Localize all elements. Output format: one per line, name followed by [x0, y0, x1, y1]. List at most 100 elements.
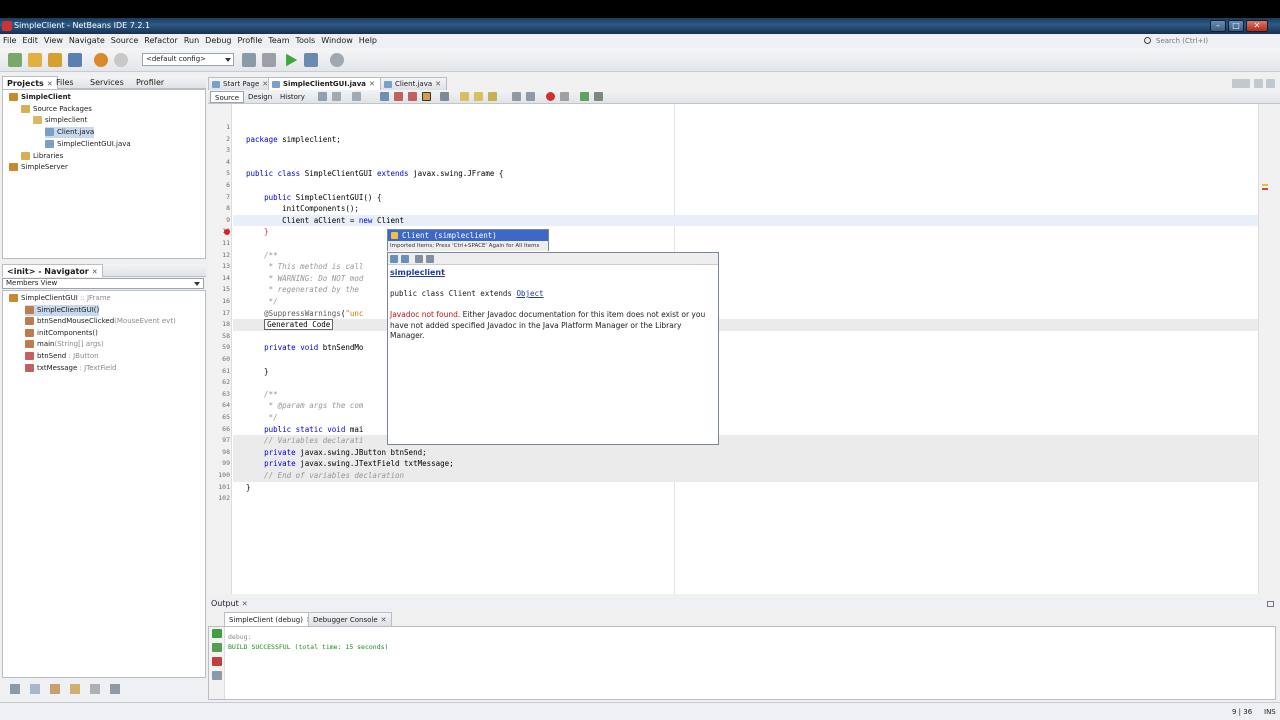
project-tree-item[interactable]: Source Packages: [21, 104, 92, 115]
source-mode-tab[interactable]: Source: [210, 91, 245, 103]
configuration-select[interactable]: <default config>: [142, 53, 234, 66]
next-bookmark-icon[interactable]: [474, 92, 483, 101]
rectangular-selection-icon[interactable]: [440, 92, 449, 101]
shift-left-icon[interactable]: [512, 92, 521, 101]
tab-simpleclientgui[interactable]: SimpleClientGUI.java ✕: [268, 77, 381, 90]
shift-right-icon[interactable]: [526, 92, 535, 101]
toggle-highlight-icon[interactable]: [422, 92, 431, 101]
maximize-editor-icon[interactable]: [1266, 79, 1275, 88]
code-completion-popup[interactable]: Client (simpleclient) Imported Items; Pr…: [387, 229, 549, 251]
tab-files[interactable]: Files: [52, 76, 78, 89]
filter-icon[interactable]: [10, 684, 20, 694]
completion-item-client[interactable]: Client (simpleclient): [388, 230, 548, 241]
menu-file[interactable]: File: [0, 34, 19, 48]
comment-icon[interactable]: [580, 92, 589, 101]
inherited-icon[interactable]: [70, 684, 80, 694]
build-hammer-icon[interactable]: [242, 53, 256, 67]
toggle-bookmark-icon[interactable]: [488, 92, 497, 101]
forward-icon[interactable]: [401, 255, 409, 263]
search-box[interactable]: Search (Ctrl+I): [1142, 36, 1272, 47]
non-public-icon[interactable]: [90, 684, 100, 694]
previous-bookmark-icon[interactable]: [460, 92, 469, 101]
save-all-icon[interactable]: [68, 53, 82, 67]
navigator-member[interactable]: btnSendMouseClicked(MouseEvent evt): [25, 316, 176, 327]
sort-icon[interactable]: [110, 684, 120, 694]
members-view-select[interactable]: Members View: [2, 278, 204, 289]
goto-source-icon[interactable]: [426, 255, 434, 263]
close-icon[interactable]: ✕: [92, 268, 98, 276]
error-stripe-marker[interactable]: [1262, 188, 1268, 190]
object-link[interactable]: Object: [516, 289, 543, 298]
tab-navigator[interactable]: <init> - Navigator ✕: [2, 264, 103, 277]
tab-projects[interactable]: Projects ✕: [2, 76, 58, 89]
navigator-member[interactable]: SimpleClientGUI(): [25, 304, 100, 316]
clean-build-icon[interactable]: [262, 53, 276, 67]
menu-help[interactable]: Help: [356, 34, 380, 48]
back-icon[interactable]: [390, 255, 398, 263]
minimize-panel-icon[interactable]: [1267, 601, 1274, 607]
project-tree-item[interactable]: SimpleServer: [9, 162, 68, 173]
stop-icon[interactable]: [212, 657, 222, 666]
new-file-icon[interactable]: [28, 53, 42, 67]
javadoc-package-link[interactable]: simpleclient: [390, 268, 445, 277]
navigator-member[interactable]: main(String[] args): [25, 339, 104, 350]
rerun-icon[interactable]: [212, 629, 222, 638]
menu-navigate[interactable]: Navigate: [66, 34, 108, 48]
tab-services[interactable]: Services: [86, 76, 128, 89]
start-macro-icon[interactable]: [546, 92, 555, 101]
project-tree-item[interactable]: simpleclient: [33, 115, 87, 126]
debug-icon[interactable]: [304, 53, 318, 67]
navigator-member[interactable]: btnSend : JButton: [25, 351, 99, 362]
maximize-button[interactable]: □: [1228, 20, 1244, 32]
uncomment-icon[interactable]: [594, 92, 603, 101]
menu-team[interactable]: Team: [265, 34, 292, 48]
project-tree-item[interactable]: Client.java: [45, 127, 95, 139]
forward-icon[interactable]: [352, 92, 361, 101]
settings-icon[interactable]: [212, 671, 222, 680]
redo-icon[interactable]: [114, 53, 128, 67]
project-tree-item[interactable]: SimpleClient: [9, 92, 71, 103]
menu-run[interactable]: Run: [181, 34, 202, 48]
close-icon[interactable]: ✕: [381, 616, 387, 624]
generated-code-fold[interactable]: Generated Code: [264, 319, 334, 331]
open-project-icon[interactable]: [48, 53, 62, 67]
undo-icon[interactable]: [94, 53, 108, 67]
navigator-member[interactable]: txtMessage : JTextField: [25, 363, 117, 374]
history-mode-tab[interactable]: History: [276, 91, 309, 103]
find-previous-icon[interactable]: [394, 92, 403, 101]
navigator-member[interactable]: initComponents(): [25, 328, 98, 339]
run-icon[interactable]: [286, 53, 298, 67]
editor-vertical-scrollbar[interactable]: [1258, 104, 1270, 594]
tab-debugger-console[interactable]: Debugger Console ✕: [308, 612, 392, 626]
tab-profiler[interactable]: Profiler: [132, 76, 168, 89]
navigator-member[interactable]: SimpleClientGUI :: JFrame: [9, 293, 111, 304]
stop-macro-icon[interactable]: [560, 92, 569, 101]
new-project-icon[interactable]: [8, 53, 22, 67]
project-tree-item[interactable]: SimpleClientGUI.java: [45, 139, 131, 150]
warning-stripe-marker[interactable]: [1262, 184, 1268, 186]
menu-view[interactable]: View: [41, 34, 66, 48]
minimize-button[interactable]: –: [1210, 20, 1226, 32]
design-mode-tab[interactable]: Design: [244, 91, 276, 103]
project-tree-item[interactable]: Libraries: [21, 151, 63, 162]
rerun-with-params-icon[interactable]: [212, 643, 222, 652]
menu-tools[interactable]: Tools: [293, 34, 319, 48]
menu-debug[interactable]: Debug: [202, 34, 234, 48]
menu-window[interactable]: Window: [318, 34, 356, 48]
close-icon[interactable]: ✕: [435, 80, 441, 88]
tab-start-page[interactable]: Start Page ✕: [208, 77, 275, 90]
find-selection-icon[interactable]: [380, 92, 389, 101]
close-icon[interactable]: ✕: [242, 600, 248, 608]
tab-output-debug[interactable]: SimpleClient (debug)✕: [224, 612, 317, 626]
close-window-button[interactable]: ✕: [1246, 20, 1268, 32]
output-console[interactable]: debug: BUILD SUCCESSFUL (total time: 15 …: [208, 626, 1276, 700]
tab-client[interactable]: Client.java ✕: [380, 77, 448, 90]
fields-icon[interactable]: [30, 684, 40, 694]
back-icon[interactable]: [332, 92, 341, 101]
code-editor[interactable]: 12 3 4 5 6 7 8 9 101 11 2 13 14 15 16 17 18 58 59 60 61 62 63 6…: [208, 104, 1258, 594]
tab-scroll-arrows[interactable]: [1232, 79, 1250, 88]
menu-edit[interactable]: Edit: [19, 34, 41, 48]
tab-list-icon[interactable]: [1254, 79, 1263, 88]
find-next-icon[interactable]: [408, 92, 417, 101]
open-browser-icon[interactable]: [415, 255, 423, 263]
